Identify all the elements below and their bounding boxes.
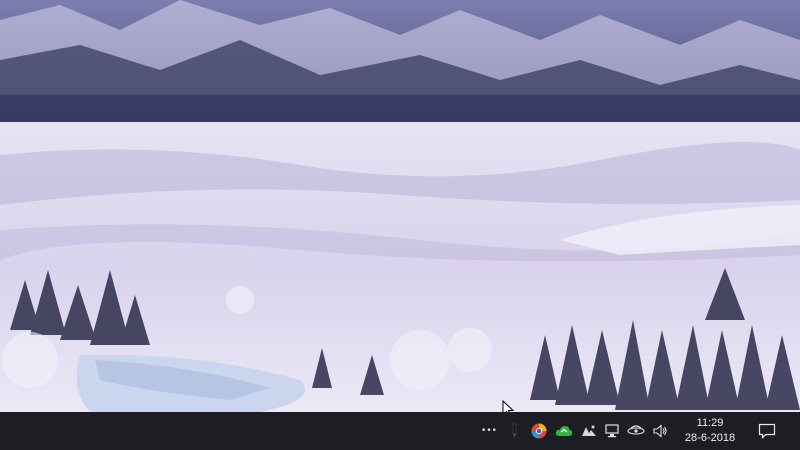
desktop-wallpaper (0, 0, 800, 412)
overflow-label: ••• (481, 426, 497, 436)
volume-icon[interactable] (649, 412, 671, 450)
clock[interactable]: 11:29 28-6-2018 (672, 415, 748, 447)
pen-tablet-icon[interactable] (505, 412, 525, 450)
cloud-sync-icon[interactable] (552, 412, 576, 450)
browser-app-icon[interactable] (528, 412, 550, 450)
action-center-icon[interactable] (754, 412, 780, 450)
clock-time: 11:29 (696, 417, 724, 429)
app-tray-icon[interactable] (578, 412, 600, 450)
clock-date: 28-6-2018 (684, 432, 736, 444)
taskbar: ••• 11:29 28-6-2018 (0, 412, 800, 450)
wallpaper-image (0, 0, 800, 412)
network-icon[interactable] (601, 412, 623, 450)
show-hidden-icons-button[interactable]: ••• (478, 412, 500, 450)
syncing-app-icon[interactable] (624, 412, 648, 450)
